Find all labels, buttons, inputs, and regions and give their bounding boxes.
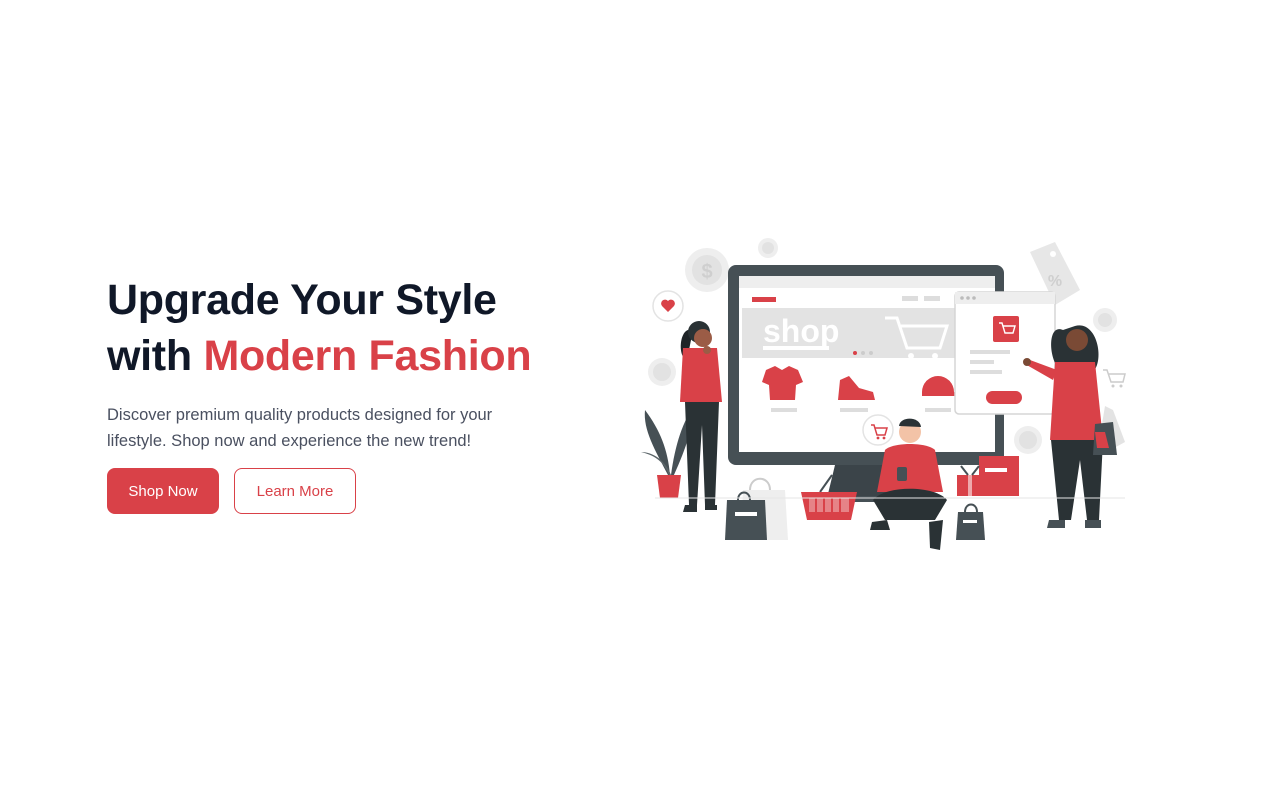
shop-now-button[interactable]: Shop Now — [107, 468, 219, 514]
cta-buttons: Shop Now Learn More — [107, 468, 356, 514]
screen-shop-word: shop — [763, 313, 839, 349]
hero-subtitle: Discover premium quality products design… — [107, 406, 493, 450]
learn-more-button[interactable]: Learn More — [234, 468, 356, 514]
title-accent: Modern Fashion — [203, 332, 532, 380]
cart-outline-icon — [1103, 369, 1126, 388]
shopping-bag-icon — [956, 503, 985, 540]
coin-icon — [1093, 308, 1117, 332]
hero-text: Upgrade Your Style with Modern Fashion D… — [107, 272, 577, 454]
cart-bubble-icon — [862, 414, 894, 446]
shopping-illustration: $ % shop — [641, 238, 1126, 550]
coin-icon — [1014, 426, 1042, 454]
title-line-1: Upgrade Your Style — [107, 276, 497, 324]
coin-icon: $ — [685, 248, 729, 292]
hero-title: Upgrade Your Style with Modern Fashion — [107, 272, 577, 384]
coin-symbol: $ — [701, 261, 712, 283]
product-popup-card — [954, 291, 1056, 415]
surprised-woman-figure — [680, 321, 722, 512]
discount-symbol: % — [1048, 273, 1062, 290]
coin-icon — [758, 238, 778, 258]
title-with: with — [107, 332, 192, 380]
shopping-bag-icon — [725, 477, 788, 540]
coin-icon — [648, 358, 676, 386]
heart-bubble-icon — [652, 290, 684, 322]
